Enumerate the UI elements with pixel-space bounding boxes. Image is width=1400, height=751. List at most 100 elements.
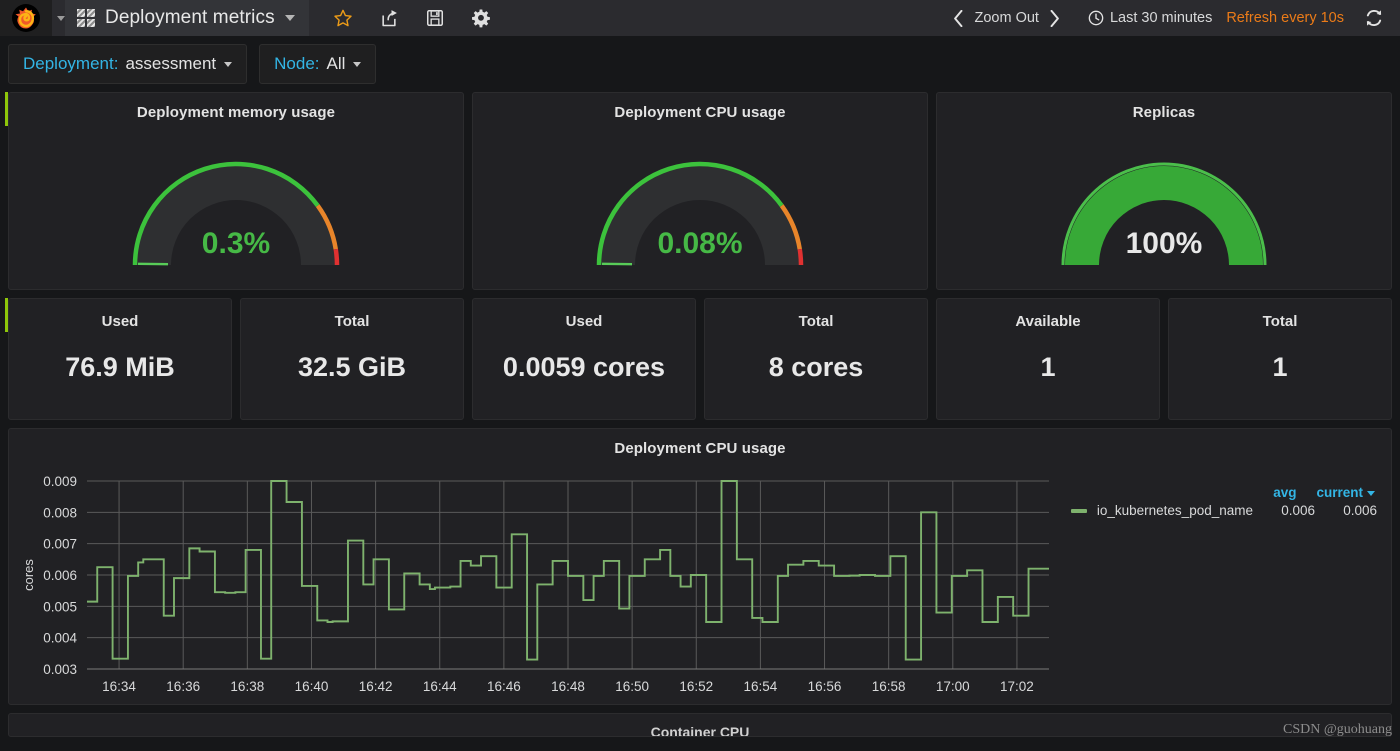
panel-cpu-used[interactable]: Used 0.0059 cores (472, 298, 696, 420)
logo-dropdown-caret-icon[interactable] (57, 15, 65, 21)
dashboard-title-button[interactable]: Deployment metrics (65, 0, 309, 36)
stat-value-cpu-total: 8 cores (768, 352, 864, 382)
stat-value-cpu-used: 0.0059 cores (502, 352, 666, 382)
refresh-button[interactable] (1364, 8, 1384, 28)
y-axis-tick-label: 0.004 (43, 631, 77, 646)
legend-col-avg[interactable]: avg (1244, 485, 1296, 500)
y-axis-tick-label: 0.007 (43, 537, 77, 552)
panel-deployment-cpu-usage[interactable]: Deployment CPU usage 0.08% (472, 92, 928, 290)
x-axis-tick-label: 16:48 (551, 679, 585, 694)
y-axis-tick-label: 0.006 (43, 568, 77, 583)
y-axis-tick-label: 0.005 (43, 599, 77, 614)
panel-deployment-memory-usage[interactable]: Deployment memory usage 0.3% (5, 92, 464, 290)
graph-panel-title: Deployment CPU usage (614, 440, 786, 457)
panel-container-cpu[interactable]: Container CPU (8, 713, 1392, 737)
x-axis-tick-label: 16:42 (359, 679, 393, 694)
dashboard-grid-icon (77, 9, 95, 27)
dashboard-dropdown-caret-icon[interactable] (284, 15, 295, 21)
panel-deployment-cpu-usage-graph[interactable]: Deployment CPU usage 0.009 0.008 0.007 0.00… (8, 428, 1392, 705)
y-axis-tick-label: 0.009 (43, 474, 77, 489)
x-axis-tick-label: 16:52 (679, 679, 713, 694)
panel-title-memory: Deployment memory usage (136, 104, 336, 121)
x-axis-tick-label: 16:54 (744, 679, 778, 694)
time-range-picker[interactable]: Last 30 minutes (1088, 10, 1212, 26)
panel-title-replicas: Replicas (1132, 104, 1196, 121)
x-axis-tick-label: 16:58 (872, 679, 906, 694)
variable-node-value: All (326, 54, 346, 73)
stat-row: Used 76.9 MiB Total 32.5 GiB Used 0.0059… (0, 290, 1400, 420)
variable-deployment-value: assessment (125, 54, 217, 73)
x-axis-tick-label: 16:56 (808, 679, 842, 694)
refresh-icon (1366, 9, 1382, 27)
stat-title-cpu-used: Used (565, 313, 603, 330)
stat-title-replicas-total: Total (1262, 313, 1298, 330)
zoom-forward-chevron-icon[interactable] (1042, 0, 1068, 36)
variable-deployment-label: Deployment: (23, 54, 119, 73)
chart-legend: avg current io_kubernetes_pod_name 0.006… (1070, 485, 1377, 518)
x-axis-tick-label: 16:40 (295, 679, 329, 694)
gauge-cpu: 0.08% (473, 123, 927, 283)
x-axis-tick-label: 16:38 (230, 679, 264, 694)
stat-value-memory-total: 32.5 GiB (297, 352, 407, 382)
y-axis-title: cores (21, 559, 36, 591)
legend-header: avg current (1071, 485, 1377, 500)
watermark: CSDN @guohuang (1283, 722, 1392, 737)
panel-title-cpu: Deployment CPU usage (614, 104, 786, 121)
legend-sort-caret-icon[interactable] (1367, 490, 1375, 496)
panel-cpu-total[interactable]: Total 8 cores (704, 298, 928, 420)
star-icon[interactable] (333, 8, 353, 28)
graph-body: 0.009 0.008 0.007 0.006 0.005 0.004 0.003 16:34… (9, 457, 1391, 702)
x-axis-tick-label: 16:50 (615, 679, 649, 694)
stat-title-cpu-total: Total (798, 313, 834, 330)
legend-series-row[interactable]: io_kubernetes_pod_name 0.006 0.006 (1070, 503, 1377, 518)
gauge-svg: 0.08% (596, 161, 804, 266)
save-icon[interactable] (425, 8, 445, 28)
x-axis-tick-label: 17:02 (1000, 679, 1034, 694)
panel-replicas-total[interactable]: Total 1 (1168, 298, 1392, 420)
x-axis-tick-label: 16:36 (166, 679, 200, 694)
graph-row: Deployment CPU usage 0.009 0.008 0.007 0.00… (0, 420, 1400, 705)
variable-node-caret-icon[interactable] (353, 61, 362, 67)
grafana-logo-icon (12, 4, 40, 32)
gauge-replicas: 100% (937, 123, 1391, 283)
gauge-threshold-segment-2 (797, 248, 804, 266)
dashboard-title: Deployment metrics (105, 7, 275, 28)
legend-col-current[interactable]: current (1316, 485, 1375, 500)
time-range-label: Last 30 minutes (1109, 10, 1213, 26)
stat-title-memory-used: Used (101, 313, 139, 330)
x-axis-tick-label: 16:44 (423, 679, 457, 694)
zoom-back-chevron-icon[interactable] (945, 0, 971, 36)
stat-value-memory-used: 76.9 MiB (65, 352, 175, 382)
partial-row: Container CPU (0, 705, 1400, 737)
stat-title-memory-total: Total (334, 313, 370, 330)
gauge-value-text: 0.08% (657, 227, 742, 260)
panel-memory-used[interactable]: Used 76.9 MiB (5, 298, 232, 420)
legend-series-name: io_kubernetes_pod_name (1096, 503, 1253, 518)
stat-value-replicas-total: 1 (1272, 352, 1288, 382)
stat-title-replicas-available: Available (1015, 313, 1081, 330)
variable-node[interactable]: Node: All (259, 44, 377, 84)
legend-series-avg: 0.006 (1281, 503, 1315, 518)
grafana-logo-button[interactable] (0, 0, 52, 36)
y-axis-tick-label: 0.008 (43, 505, 77, 520)
variable-deployment-caret-icon[interactable] (224, 61, 233, 67)
panel-replicas-available[interactable]: Available 1 (936, 298, 1160, 420)
navbar-time-controls: Zoom Out Last 30 minutes Refresh every 1… (945, 0, 1400, 36)
gauge-value-text: 100% (1126, 227, 1203, 260)
panel-memory-total[interactable]: Total 32.5 GiB (240, 298, 464, 420)
variable-node-label: Node: (274, 54, 320, 73)
gauge-value-text: 0.3% (202, 227, 270, 260)
gauge-svg: 0.3% (132, 161, 340, 266)
share-icon[interactable] (379, 8, 399, 28)
x-axis-tick-label: 17:00 (936, 679, 970, 694)
zoom-out-button[interactable]: Zoom Out (971, 10, 1041, 26)
settings-gear-icon[interactable] (471, 8, 491, 28)
variable-deployment[interactable]: Deployment: assessment (8, 44, 248, 84)
refresh-interval-label[interactable]: Refresh every 10s (1226, 10, 1344, 26)
partial-panel-title: Container CPU (650, 724, 750, 737)
navbar-actions (333, 8, 491, 28)
panel-replicas[interactable]: Replicas 100% (936, 92, 1392, 290)
legend-color-swatch[interactable] (1070, 508, 1087, 513)
template-variables-bar: Deployment: assessment Node: All (0, 36, 1400, 92)
top-navbar: Deployment metrics Zoom Out Last 30 minu… (0, 0, 1400, 36)
